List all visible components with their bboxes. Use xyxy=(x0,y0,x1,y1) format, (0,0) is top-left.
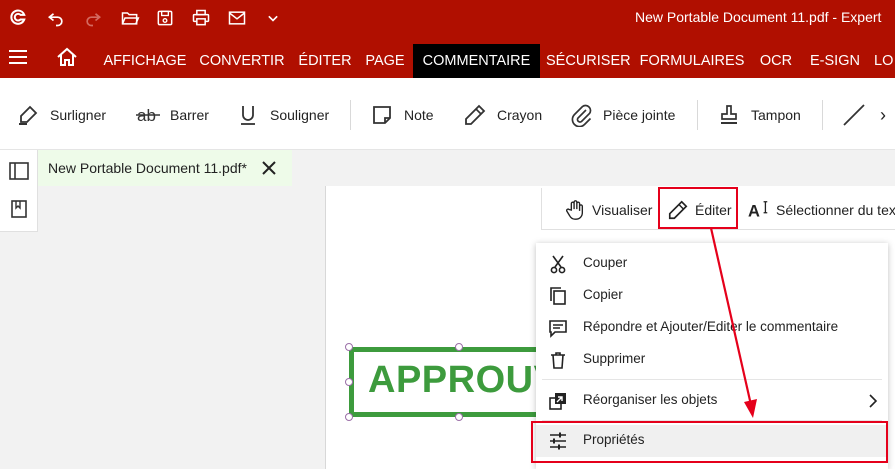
strikethrough-icon: ab xyxy=(136,106,160,125)
ribbon-tabs: AFFICHAGE CONVERTIR ÉDITER PAGE COMMENTA… xyxy=(0,36,895,78)
undo-icon[interactable] xyxy=(44,6,68,30)
tab-formulaires[interactable]: FORMULAIRES xyxy=(638,44,746,78)
tab-convertir[interactable]: CONVERTIR xyxy=(197,44,287,78)
menu-item-label: Supprimer xyxy=(583,351,646,366)
note-icon xyxy=(373,106,391,124)
line-icon xyxy=(843,104,865,126)
menu-item-cut[interactable]: Couper xyxy=(536,248,888,280)
note-label: Note xyxy=(404,107,434,123)
resize-handle[interactable] xyxy=(345,413,353,421)
menu-icon[interactable] xyxy=(8,47,28,67)
underline-label: Souligner xyxy=(270,107,330,123)
tab-securiser[interactable]: SÉCURISER xyxy=(546,44,631,78)
toolbar-more-button[interactable]: › xyxy=(880,102,886,128)
underline-button[interactable]: Souligner xyxy=(236,102,329,128)
tab-commentaire[interactable]: COMMENTAIRE xyxy=(413,44,540,78)
underline-icon xyxy=(241,106,255,125)
chevron-down-icon[interactable] xyxy=(261,6,285,30)
stamp-label: Tampon xyxy=(751,107,801,123)
strikethrough-button[interactable]: ab Barrer xyxy=(136,102,209,128)
save-icon[interactable] xyxy=(153,6,177,30)
panel-toggle-icon[interactable] xyxy=(8,160,30,182)
pencil-icon xyxy=(465,104,486,125)
pencil-label: Crayon xyxy=(497,107,543,123)
comment-icon xyxy=(549,320,567,338)
toolbar-divider xyxy=(697,100,698,130)
tab-editer[interactable]: ÉDITER xyxy=(295,44,355,78)
highlight-label: Surligner xyxy=(50,107,107,123)
chevron-right-icon xyxy=(869,394,878,408)
arrange-icon xyxy=(549,393,566,410)
pencil-button[interactable]: Crayon xyxy=(463,102,542,128)
stamp-button[interactable]: Tampon xyxy=(717,102,801,128)
callout-properties-highlight xyxy=(531,421,888,463)
menu-item-label: Copier xyxy=(583,287,623,302)
attachment-label: Pièce jointe xyxy=(603,107,676,123)
redo-icon[interactable] xyxy=(81,6,105,30)
window-title: New Portable Document 11.pdf - Expert xyxy=(635,9,882,25)
tab-esign[interactable]: E-SIGN xyxy=(806,44,864,78)
document-tab-title: New Portable Document 11.pdf* xyxy=(48,160,247,176)
attachment-button[interactable]: Pièce jointe xyxy=(569,102,675,128)
title-bar: New Portable Document 11.pdf - Expert xyxy=(0,0,895,36)
resize-handle[interactable] xyxy=(455,413,463,421)
scissors-icon xyxy=(550,255,566,274)
callout-edit-highlight xyxy=(658,187,738,229)
text-cursor-icon: A xyxy=(748,201,768,220)
paperclip-icon xyxy=(571,104,592,127)
left-rail xyxy=(0,150,38,232)
resize-handle[interactable] xyxy=(455,343,463,351)
svg-text:A: A xyxy=(748,202,760,220)
line-tool-button[interactable] xyxy=(842,102,866,128)
print-icon[interactable] xyxy=(189,6,213,30)
view-mode-button[interactable]: Visualiser xyxy=(564,196,652,224)
app-logo-icon[interactable] xyxy=(6,6,30,30)
highlighter-icon xyxy=(19,105,38,125)
resize-handle[interactable] xyxy=(345,343,353,351)
select-text-button[interactable]: A Sélectionner du texte xyxy=(748,196,895,224)
open-folder-icon[interactable] xyxy=(118,6,142,30)
copy-icon xyxy=(550,287,566,305)
menu-item-arrange-objects[interactable]: Réorganiser les objets xyxy=(536,385,888,417)
menu-item-reply-comment[interactable]: Répondre et Ajouter/Editer le commentair… xyxy=(536,312,888,344)
toolbar-divider xyxy=(350,100,351,130)
menu-divider xyxy=(542,379,882,380)
select-text-label: Sélectionner du texte xyxy=(776,202,895,218)
trash-icon xyxy=(551,352,565,369)
email-icon[interactable] xyxy=(225,6,249,30)
tab-lo[interactable]: LO xyxy=(874,44,895,78)
home-icon[interactable] xyxy=(55,46,79,68)
menu-item-label: Répondre et Ajouter/Editer le commentair… xyxy=(583,319,839,334)
menu-item-label: Réorganiser les objets xyxy=(583,392,718,407)
comment-toolbar: Surligner ab Barrer Souligner Note Crayo… xyxy=(0,78,895,150)
tab-affichage[interactable]: AFFICHAGE xyxy=(100,44,190,78)
hand-icon xyxy=(566,200,584,220)
menu-item-copy[interactable]: Copier xyxy=(536,280,888,312)
stamp-icon xyxy=(721,105,737,124)
close-icon[interactable] xyxy=(259,158,279,178)
menu-item-label: Couper xyxy=(583,255,628,270)
resize-handle[interactable] xyxy=(345,378,353,386)
view-mode-label: Visualiser xyxy=(592,202,653,218)
strike-label: Barrer xyxy=(170,107,209,123)
tab-ocr[interactable]: OCR xyxy=(756,44,796,78)
toolbar-divider xyxy=(822,100,823,130)
note-button[interactable]: Note xyxy=(370,102,434,128)
menu-item-delete[interactable]: Supprimer xyxy=(536,344,888,376)
tab-page[interactable]: PAGE xyxy=(362,44,408,78)
bookmark-icon[interactable] xyxy=(8,198,30,220)
highlight-button[interactable]: Surligner xyxy=(16,102,106,128)
document-tab[interactable]: New Portable Document 11.pdf* xyxy=(38,150,292,186)
